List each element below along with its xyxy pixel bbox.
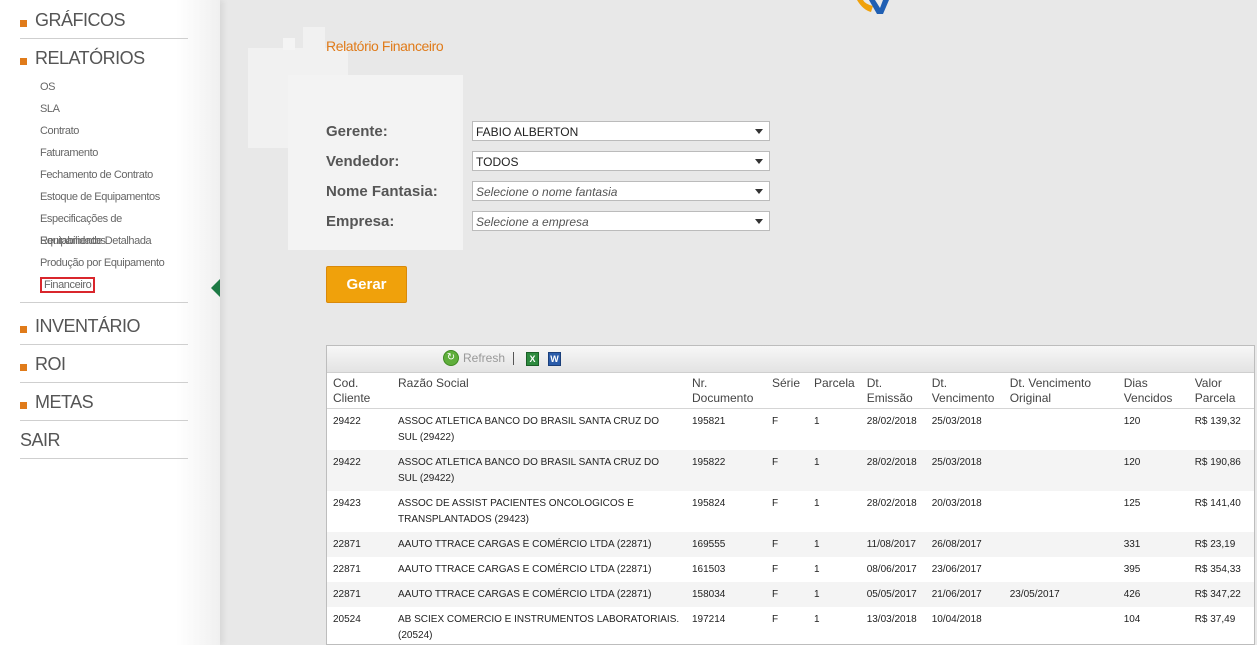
table-row[interactable]: 29423 ASSOC DE ASSIST PACIENTES ONCOLOGIC… — [327, 491, 1254, 532]
vendedor-select[interactable]: TODOS — [472, 151, 770, 171]
menu-graficos: GRÁFICOS — [20, 2, 188, 39]
menu-relatorios: RELATÓRIOS OS SLA Contrato Faturamento F… — [20, 40, 188, 303]
menu-sair: SAIR — [20, 422, 188, 459]
submenu-item-contrato[interactable]: Contrato — [40, 120, 188, 142]
table-row[interactable]: 22871 AAUTO TTRACE CARGAS E COMÉRCIO LTDA… — [327, 582, 1254, 607]
empresa-label: Empresa: — [326, 212, 395, 230]
menu-sair-link[interactable]: SAIR — [20, 422, 188, 458]
col-header-original[interactable]: Dt. Vencimento Original — [1003, 373, 1118, 409]
menu-metas-label: METAS — [35, 391, 94, 412]
menu-roi-link[interactable]: ROI — [20, 346, 188, 382]
menu-sair-label: SAIR — [20, 429, 61, 450]
empresa-select[interactable]: Selecione a empresa — [472, 211, 770, 231]
decorative-square — [283, 38, 295, 50]
chevron-down-icon — [755, 189, 763, 194]
bullet-icon — [20, 401, 27, 409]
form-row-vendedor: Vendedor: TODOS — [326, 150, 770, 172]
form-row-empresa: Empresa: Selecione a empresa — [326, 210, 770, 232]
form-row-fantasia: Nome Fantasia: Selecione o nome fantasia — [326, 180, 770, 202]
bullet-icon — [20, 57, 27, 65]
col-header-parcela[interactable]: Parcela — [808, 373, 861, 409]
menu-roi: ROI — [20, 346, 188, 383]
bullet-icon — [20, 325, 27, 333]
menu-relatorios-label: RELATÓRIOS — [35, 47, 145, 68]
toolbar-divider — [513, 352, 514, 365]
decorative-square — [303, 27, 325, 49]
col-header-cod[interactable]: Cod. Cliente — [327, 373, 392, 409]
menu-metas-link[interactable]: METAS — [20, 384, 188, 420]
fantasia-placeholder: Selecione o nome fantasia — [476, 185, 618, 199]
gerente-value: FABIO ALBERTON — [476, 125, 579, 139]
col-header-dias[interactable]: Dias Vencidos — [1117, 373, 1189, 409]
page-title: Relatório Financeiro — [326, 38, 444, 54]
submenu-item-os[interactable]: OS — [40, 76, 188, 98]
table-row[interactable]: 29422 ASSOC ATLETICA BANCO DO BRASIL SANT… — [327, 409, 1254, 451]
vendedor-value: TODOS — [476, 155, 519, 169]
chevron-down-icon — [755, 129, 763, 134]
gerente-label: Gerente: — [326, 122, 388, 140]
report-table: Cod. Cliente Razão Social Nr. Documento Sé… — [327, 373, 1254, 644]
col-header-razao[interactable]: Razão Social — [392, 373, 686, 409]
refresh-icon: ↻ — [443, 350, 459, 366]
relatorios-submenu: OS SLA Contrato Faturamento Fechamento d… — [20, 76, 188, 302]
submenu-item-estoque[interactable]: Estoque de Equipamentos — [40, 186, 188, 208]
menu-metas: METAS — [20, 384, 188, 421]
financial-report-grid: ↻ Refresh X W Cod. Cliente Razão Social N… — [326, 345, 1255, 645]
col-header-emissao[interactable]: Dt. Emissão — [860, 373, 926, 409]
menu-inventario-link[interactable]: INVENTÁRIO — [20, 308, 188, 344]
table-header-row: Cod. Cliente Razão Social Nr. Documento Sé… — [327, 373, 1254, 409]
vendedor-label: Vendedor: — [326, 152, 400, 170]
sidebar: GRÁFICOS RELATÓRIOS OS SLA Contrato Fatu… — [0, 0, 220, 645]
col-header-serie[interactable]: Série — [766, 373, 808, 409]
refresh-label: Refresh — [463, 351, 506, 365]
excel-export-icon[interactable]: X — [526, 352, 539, 366]
table-row[interactable]: 29422 ASSOC ATLETICA BANCO DO BRASIL SANT… — [327, 450, 1254, 491]
grid-toolbar: ↻ Refresh X W — [327, 346, 1254, 373]
menu-relatorios-link[interactable]: RELATÓRIOS — [20, 40, 188, 76]
submenu-item-especificacoes[interactable]: Especificações de Equipamentos — [40, 208, 188, 247]
submenu-item-fechamento[interactable]: Fechamento de Contrato — [40, 164, 188, 186]
menu-graficos-label: GRÁFICOS — [35, 9, 126, 30]
table-row[interactable]: 22871 AAUTO TTRACE CARGAS E COMÉRCIO LTDA… — [327, 532, 1254, 557]
logo-icon — [857, 0, 889, 14]
refresh-button[interactable]: ↻ Refresh — [443, 350, 505, 366]
menu-inventario-label: INVENTÁRIO — [35, 315, 141, 336]
table-row[interactable]: 22871 AAUTO TTRACE CARGAS E COMÉRCIO LTDA… — [327, 557, 1254, 582]
col-header-valor[interactable]: Valor Parcela — [1188, 373, 1254, 409]
gerente-select[interactable]: FABIO ALBERTON — [472, 121, 770, 141]
menu-roi-label: ROI — [35, 353, 66, 374]
form-row-gerente: Gerente: FABIO ALBERTON — [326, 120, 770, 142]
table-row[interactable]: 20524 AB SCIEX COMERCIO E INSTRUMENTOS LA… — [327, 607, 1254, 644]
bullet-icon — [20, 19, 27, 27]
empresa-placeholder: Selecione a empresa — [476, 215, 589, 229]
bullet-icon — [20, 363, 27, 371]
submenu-item-sla[interactable]: SLA — [40, 98, 188, 120]
col-header-vencimento[interactable]: Dt. Vencimento — [925, 373, 1004, 409]
gerar-button[interactable]: Gerar — [326, 266, 407, 303]
fantasia-label: Nome Fantasia: — [326, 182, 438, 200]
active-arrow-icon — [211, 279, 220, 297]
submenu-item-financeiro[interactable]: Financeiro — [40, 274, 188, 296]
word-export-icon[interactable]: W — [548, 352, 561, 366]
chevron-down-icon — [755, 219, 763, 224]
submenu-item-producao[interactable]: Produção por Equipamento — [40, 252, 188, 274]
menu-graficos-link[interactable]: GRÁFICOS — [20, 2, 188, 38]
col-header-nr[interactable]: Nr. Documento — [686, 373, 766, 409]
submenu-item-rentabilidade[interactable]: Rentabilidade Detalhada — [40, 230, 188, 252]
menu-inventario: INVENTÁRIO — [20, 308, 188, 345]
submenu-item-faturamento[interactable]: Faturamento — [40, 142, 188, 164]
chevron-down-icon — [755, 159, 763, 164]
fantasia-select[interactable]: Selecione o nome fantasia — [472, 181, 770, 201]
